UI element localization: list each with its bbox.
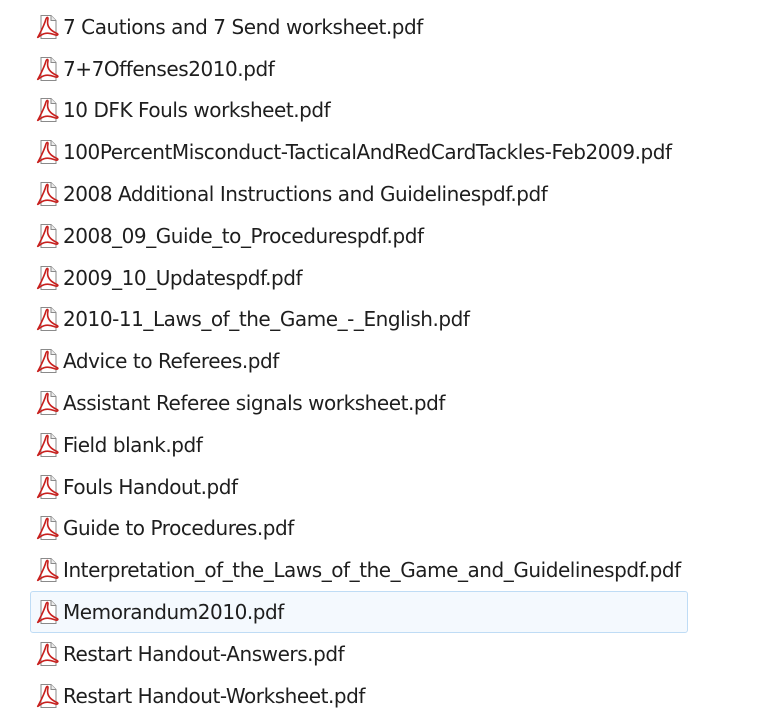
file-name: Memorandum2010.pdf <box>63 600 284 625</box>
file-name: Restart Handout-Answers.pdf <box>63 641 345 666</box>
file-list-item[interactable]: 100PercentMisconduct-TacticalAndRedCardT… <box>30 131 688 173</box>
file-list-item[interactable]: Restart Handout-Answers.pdf <box>30 633 688 675</box>
pdf-file-icon <box>35 640 61 668</box>
pdf-file-icon <box>35 473 61 501</box>
file-name: 100PercentMisconduct-TacticalAndRedCardT… <box>63 140 672 165</box>
pdf-file-icon <box>35 514 61 542</box>
file-list-item[interactable]: 2008_09_Guide_to_Procedurespdf.pdf <box>30 215 688 257</box>
file-list-item[interactable]: Interpretation_of_the_Laws_of_the_Game_a… <box>30 549 688 591</box>
pdf-file-icon <box>35 138 61 166</box>
pdf-file-icon <box>35 347 61 375</box>
file-name: Field blank.pdf <box>63 432 203 457</box>
pdf-file-icon <box>35 682 61 710</box>
file-list-item[interactable]: Restart Handout-Worksheet.pdf <box>30 675 688 717</box>
pdf-file-icon <box>35 305 61 333</box>
file-list-item[interactable]: 2010-11_Laws_of_the_Game_-_English.pdf <box>30 299 688 341</box>
file-list-item[interactable]: 2008 Additional Instructions and Guideli… <box>30 173 688 215</box>
file-name: 2008 Additional Instructions and Guideli… <box>63 182 548 207</box>
file-list-item[interactable]: Guide to Procedures.pdf <box>30 508 688 550</box>
pdf-file-icon <box>35 222 61 250</box>
pdf-file-icon <box>35 431 61 459</box>
pdf-file-icon <box>35 598 61 626</box>
file-name: Assistant Referee signals worksheet.pdf <box>63 391 445 416</box>
file-name: 2009_10_Updatespdf.pdf <box>63 265 303 290</box>
file-name: 2008_09_Guide_to_Procedurespdf.pdf <box>63 223 424 248</box>
file-name: 7+7Offenses2010.pdf <box>63 56 275 81</box>
file-name: Interpretation_of_the_Laws_of_the_Game_a… <box>63 558 681 583</box>
file-list-item[interactable]: 7+7Offenses2010.pdf <box>30 48 688 90</box>
pdf-file-icon <box>35 389 61 417</box>
file-name: 10 DFK Fouls worksheet.pdf <box>63 98 331 123</box>
file-list-item[interactable]: Assistant Referee signals worksheet.pdf <box>30 382 688 424</box>
pdf-file-icon <box>35 556 61 584</box>
file-list-item[interactable]: Fouls Handout.pdf <box>30 466 688 508</box>
file-name: Restart Handout-Worksheet.pdf <box>63 683 365 708</box>
file-name: Guide to Procedures.pdf <box>63 516 294 541</box>
file-list-item[interactable]: 10 DFK Fouls worksheet.pdf <box>30 90 688 132</box>
file-name: 2010-11_Laws_of_the_Game_-_English.pdf <box>63 307 470 332</box>
file-name: 7 Cautions and 7 Send worksheet.pdf <box>63 14 423 39</box>
file-name: Fouls Handout.pdf <box>63 474 238 499</box>
pdf-file-icon <box>35 96 61 124</box>
file-list-item[interactable]: Advice to Referees.pdf <box>30 340 688 382</box>
file-list-item[interactable]: 2009_10_Updatespdf.pdf <box>30 257 688 299</box>
pdf-file-icon <box>35 13 61 41</box>
file-list: 7 Cautions and 7 Send worksheet.pdf 7+7O… <box>30 6 688 717</box>
file-list-item[interactable]: Memorandum2010.pdf <box>30 591 688 633</box>
file-list-item[interactable]: Field blank.pdf <box>30 424 688 466</box>
file-list-item[interactable]: 7 Cautions and 7 Send worksheet.pdf <box>30 6 688 48</box>
pdf-file-icon <box>35 55 61 83</box>
file-name: Advice to Referees.pdf <box>63 349 279 374</box>
pdf-file-icon <box>35 264 61 292</box>
pdf-file-icon <box>35 180 61 208</box>
